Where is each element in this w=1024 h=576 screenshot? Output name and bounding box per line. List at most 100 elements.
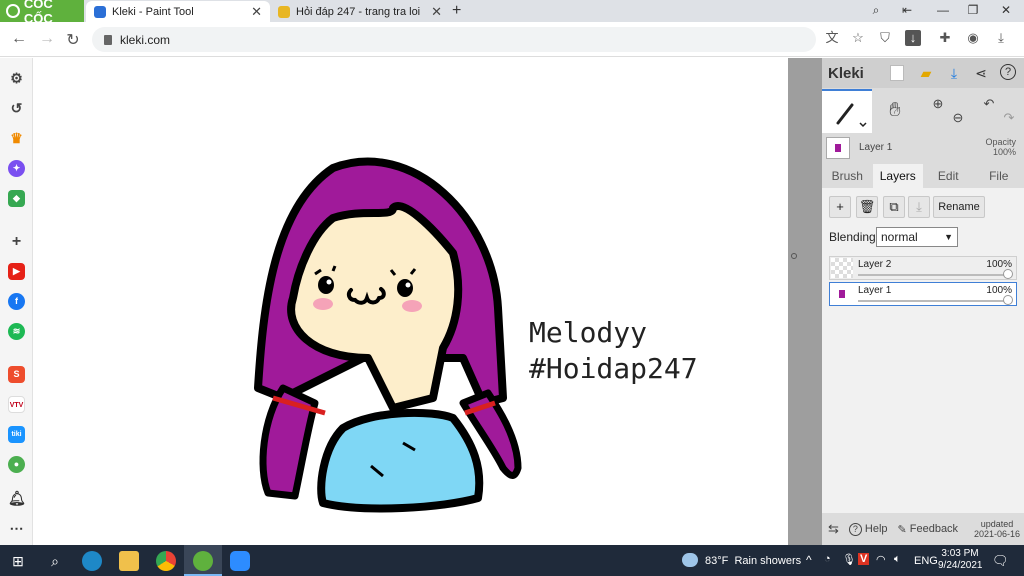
kleki-logo[interactable]: Kleki	[828, 65, 864, 82]
blending-value: normal	[881, 230, 918, 244]
show-hidden-icons[interactable]: ^	[806, 553, 812, 567]
minimize-icon[interactable]: —	[935, 3, 951, 17]
microphone-icon[interactable]: 🎙︎	[842, 553, 856, 566]
blending-select[interactable]: normal ▼	[876, 227, 958, 247]
youtube-icon[interactable]: ▶	[8, 263, 25, 280]
rename-layer-button[interactable]: Rename	[933, 196, 985, 218]
swap-panel-icon[interactable]: ⇆	[828, 521, 839, 537]
open-folder-icon[interactable]: ▰	[917, 64, 935, 82]
coccoc-taskbar-button[interactable]	[184, 545, 222, 576]
url-field[interactable]: kleki.com	[92, 27, 816, 52]
download-site-icon[interactable]: ↓	[905, 30, 921, 46]
slider-knob[interactable]	[1003, 295, 1013, 305]
search-tabs-icon[interactable]: ⌕	[868, 3, 884, 18]
layer-name: Layer 1	[858, 285, 892, 296]
undo-icon[interactable]: ↶	[980, 95, 998, 113]
zoom-app-icon[interactable]	[230, 551, 250, 571]
new-image-icon[interactable]	[890, 65, 904, 81]
tab-edit[interactable]: Edit	[923, 164, 974, 188]
add-layer-button[interactable]: +	[829, 196, 851, 218]
slider-knob[interactable]	[1003, 269, 1013, 279]
address-bar: ← → ↻ kleki.com 文 ☆ ⛉ ↓ ✚ ◉ ⤓	[0, 22, 1024, 57]
layer-item-layer-2[interactable]: Layer 2 100%	[829, 256, 1017, 280]
help-circle-icon[interactable]: ?	[1000, 64, 1016, 80]
caption-line-1: Melodyy	[529, 316, 648, 349]
weather-text[interactable]: 83°F Rain showers	[705, 555, 801, 567]
resize-handle-icon[interactable]	[791, 253, 797, 259]
reload-icon[interactable]: ↻	[64, 30, 82, 50]
more-icon[interactable]: ⋯	[8, 520, 25, 537]
tool-selector: ✋︎ ⊕ ⊖ ↶ ↷	[822, 89, 1024, 133]
notifications-icon[interactable]: 🗨︎	[992, 553, 1009, 569]
zoom-out-icon[interactable]: ⊖	[949, 109, 967, 127]
chrome-icon[interactable]	[156, 551, 176, 571]
unikey-icon[interactable]: V	[858, 553, 870, 565]
brush-tool-button[interactable]	[822, 89, 872, 133]
coccoc-taskbar-icon	[193, 551, 213, 571]
wifi-icon[interactable]: ◠	[876, 553, 886, 566]
hoidap-favicon-icon	[278, 5, 290, 18]
maps-icon[interactable]: ●	[8, 456, 25, 473]
windows-start-icon[interactable]: ⊞	[8, 551, 28, 571]
back-icon[interactable]: ←	[10, 30, 28, 48]
edge-icon[interactable]	[82, 551, 102, 571]
restore-icon[interactable]: ❐	[965, 3, 981, 17]
network-icon[interactable]: ◔	[824, 553, 831, 565]
drawing-canvas[interactable]: Melodyy #Hoidap247	[33, 58, 822, 545]
close-tab-icon[interactable]: ✕	[251, 4, 262, 20]
layers-pane: + 🗑︎ ⧉ ⤓ Rename Blending normal ▼ Layer …	[822, 188, 1024, 513]
shopee-icon[interactable]: S	[8, 366, 25, 383]
add-icon[interactable]: +	[8, 233, 25, 250]
bell-icon[interactable]: 🔔︎	[8, 490, 26, 507]
game-icon[interactable]: ◆	[8, 190, 25, 207]
weather-icon[interactable]	[682, 553, 698, 567]
messenger-icon[interactable]: ✦	[8, 160, 25, 177]
hand-tool-icon[interactable]: ✋︎	[886, 100, 904, 120]
current-layer-thumb[interactable]	[826, 137, 850, 159]
merge-down-button[interactable]: ⤓	[908, 196, 930, 218]
tiki-icon[interactable]: tiki	[8, 426, 25, 443]
zoom-in-icon[interactable]: ⊕	[929, 95, 947, 113]
redo-icon[interactable]: ↷	[1000, 109, 1018, 127]
layer-item-layer-1[interactable]: Layer 1 100%	[829, 282, 1017, 306]
forward-icon[interactable]: →	[38, 30, 56, 48]
feedback-button[interactable]: ✎ Feedback	[898, 523, 959, 536]
translate-icon[interactable]: 文	[824, 30, 840, 46]
help-button[interactable]: ? Help	[848, 522, 888, 536]
close-window-icon[interactable]: ✕	[998, 3, 1014, 17]
tab-kleki[interactable]: Kleki - Paint Tool ✕	[86, 1, 270, 22]
tab-hoidap[interactable]: Hỏi đáp 247 - trang tra loi ✕	[270, 1, 450, 22]
close-tab-icon[interactable]: ✕	[431, 4, 442, 20]
layer-name: Layer 2	[858, 259, 892, 270]
spotify-icon[interactable]: ≋	[8, 323, 25, 340]
share-icon[interactable]: ⋖	[972, 64, 990, 82]
coccoc-brand[interactable]: CỐC CỐC	[0, 0, 84, 26]
bookmark-star-icon[interactable]: ☆	[850, 30, 866, 46]
vtv-icon[interactable]: VTV	[8, 396, 25, 413]
extensions-icon[interactable]: ✚	[937, 30, 953, 46]
duplicate-layer-button[interactable]: ⧉	[883, 196, 905, 218]
opacity-readout: Opacity 100%	[985, 137, 1016, 157]
save-download-icon[interactable]: ⤓	[945, 64, 963, 82]
volume-icon[interactable]: 🔈︎	[894, 553, 901, 566]
facebook-icon[interactable]: f	[8, 293, 25, 310]
crown-icon[interactable]: ♛	[8, 130, 25, 147]
profile-icon[interactable]: ◉	[965, 30, 981, 46]
downloads-icon[interactable]: ⤓	[993, 30, 1009, 46]
back-forward-icon[interactable]: ⇤	[899, 3, 915, 17]
tab-brush[interactable]: Brush	[822, 164, 873, 188]
clock[interactable]: 3:03 PM 9/24/2021	[938, 548, 983, 572]
tab-layers[interactable]: Layers	[872, 164, 923, 188]
language-indicator[interactable]: ENG	[914, 555, 938, 567]
history-icon[interactable]: ↺	[8, 100, 25, 117]
shield-icon[interactable]: ⛉	[877, 30, 893, 46]
settings-icon[interactable]: ⚙	[8, 70, 25, 87]
coccoc-logo-icon	[6, 4, 20, 18]
delete-layer-button[interactable]: 🗑︎	[856, 196, 878, 218]
search-icon[interactable]: ⌕	[45, 551, 65, 571]
new-tab-button[interactable]: +	[452, 2, 461, 20]
layer-opacity-slider[interactable]	[858, 274, 1008, 276]
file-explorer-icon[interactable]	[119, 551, 139, 571]
tab-file[interactable]: File	[974, 164, 1024, 188]
layer-opacity-slider[interactable]	[858, 300, 1008, 302]
